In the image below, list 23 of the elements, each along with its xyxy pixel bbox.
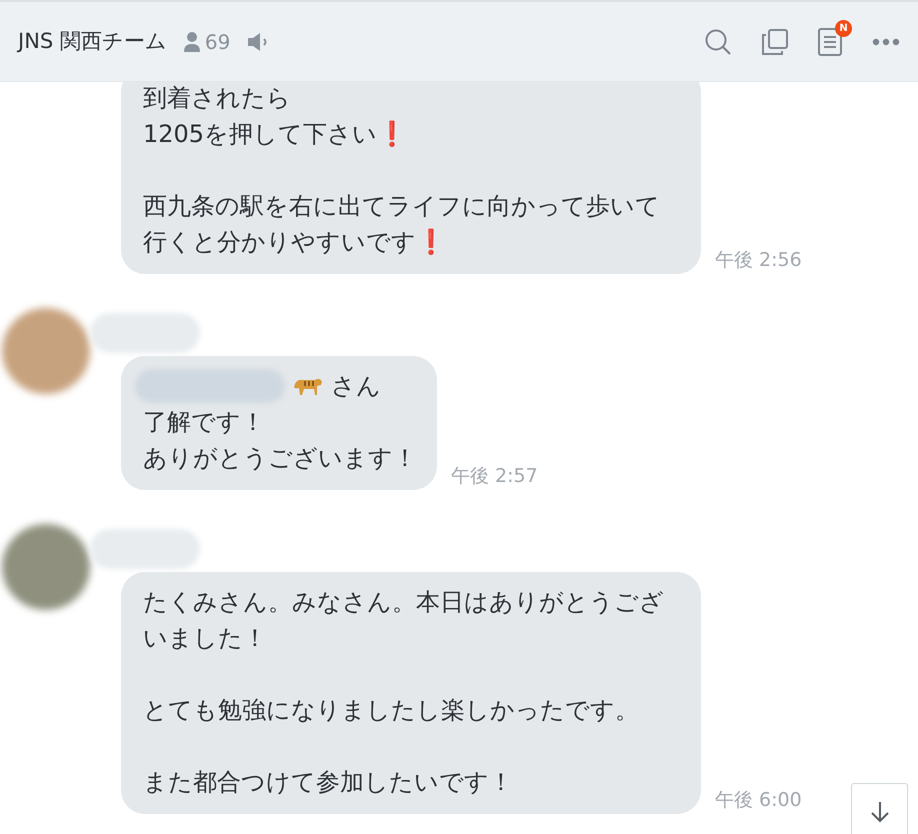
message-time: 午後 6:00 — [715, 788, 802, 812]
tiger-icon — [293, 376, 323, 396]
scroll-down-button[interactable] — [851, 783, 908, 834]
message-text: また都合つけて参加したいです！ — [143, 767, 514, 798]
copy-icon[interactable] — [762, 28, 788, 54]
more-icon[interactable] — [872, 38, 900, 46]
message-text: 了解です！ — [143, 407, 266, 438]
search-icon[interactable] — [704, 28, 732, 56]
message-text: とても勉強になりましたし楽しかったです。 — [143, 695, 640, 726]
person-icon — [182, 30, 201, 52]
message-text: ありがとうございます！ — [143, 443, 417, 474]
chat-title: JNS 関西チーム — [18, 28, 167, 55]
message-time: 午後 2:56 — [715, 248, 802, 272]
message-text: 到着されたら — [143, 83, 292, 114]
down-arrow-icon — [870, 800, 890, 822]
message-text: 西九条の駅を右に出てライフに向かって歩いて行くと分かりやすいです❗ — [143, 191, 661, 258]
notification-badge: N — [835, 20, 852, 36]
member-count: 69 — [204, 28, 230, 56]
message-text: 1205を押して下さい❗ — [143, 119, 408, 150]
mention-text: さん — [331, 371, 381, 402]
notes-icon[interactable] — [818, 28, 842, 56]
message-text: たくみさん。みなさん。本日はありがとうございました！ — [143, 587, 665, 654]
message-time: 午後 2:57 — [451, 464, 538, 488]
